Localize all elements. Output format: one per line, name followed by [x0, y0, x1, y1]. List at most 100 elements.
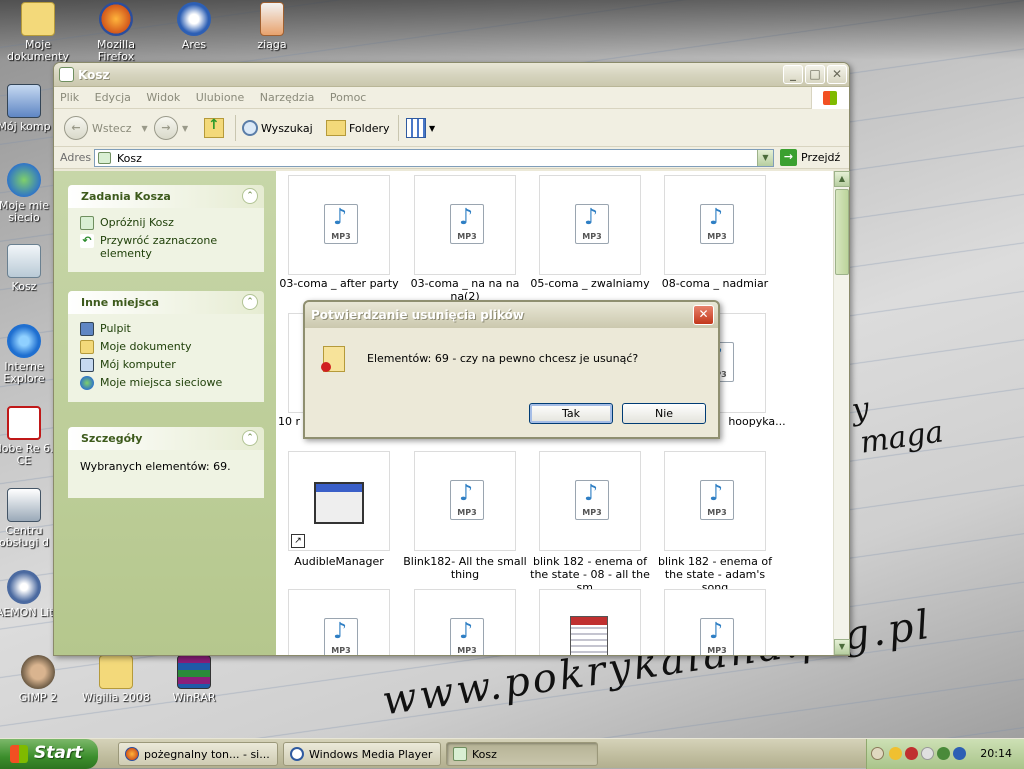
file-tile[interactable]	[539, 589, 641, 655]
file-tile[interactable]: ♪MP3	[539, 451, 641, 551]
maximize-button[interactable]: □	[805, 65, 825, 84]
recycle-bin-icon	[80, 216, 94, 230]
taskbar: Start pożegnalny ton... - si... Windows …	[0, 738, 1024, 769]
panel-header[interactable]: Inne miejsca ⌃	[68, 291, 264, 314]
panel-body: Opróżnij Kosz ↶ Przywróć zaznaczone elem…	[68, 208, 264, 272]
menu-favorites[interactable]: Ulubione	[190, 87, 251, 104]
place-desktop-link[interactable]: Pulpit	[80, 322, 254, 336]
scroll-thumb[interactable]	[835, 189, 849, 275]
panel-body: Pulpit Moje dokumenty Mój komputer Moje …	[68, 314, 264, 402]
gimp-icon	[21, 655, 55, 689]
panel-body: Wybranych elementów: 69.	[68, 450, 264, 498]
no-button[interactable]: Nie	[622, 403, 706, 424]
network-icon	[7, 163, 41, 197]
mp3-file-icon: ♪MP3	[450, 480, 484, 520]
toolbar-separator	[398, 115, 399, 141]
security-center-icon	[7, 488, 41, 522]
search-button[interactable]: Wyszukaj	[242, 116, 313, 140]
file-tile[interactable]: ♪MP3	[414, 451, 516, 551]
toolbar-separator	[235, 115, 236, 141]
computer-icon	[80, 358, 94, 372]
minimize-button[interactable]: _	[783, 65, 803, 84]
vertical-scrollbar[interactable]: ▲ ▼	[833, 171, 850, 655]
mp3-file-icon: ♪MP3	[324, 204, 358, 244]
file-tile[interactable]: ♪MP3	[414, 589, 516, 655]
mp3-file-icon: ♪MP3	[700, 204, 734, 244]
shortcut-arrow-icon: ↗	[291, 534, 305, 548]
panel-header[interactable]: Szczegóły ⌃	[68, 427, 264, 450]
taskbar-item-media-player[interactable]: Windows Media Player	[283, 742, 441, 766]
address-dropdown-button[interactable]: ▼	[757, 150, 773, 166]
forward-button[interactable]: → ▼	[154, 116, 188, 140]
scroll-down-button[interactable]: ▼	[834, 639, 850, 655]
place-network-link[interactable]: Moje miejsca sieciowe	[80, 376, 254, 390]
dialog-close-button[interactable]: ✕	[693, 305, 714, 325]
folders-button[interactable]: Foldery	[326, 116, 390, 140]
desktop-icon-my-documents[interactable]: Moje dokumenty	[0, 2, 76, 63]
menu-help[interactable]: Pomoc	[324, 87, 372, 104]
antivirus-icon[interactable]	[905, 747, 918, 760]
desktop-icon-gimp[interactable]: GIMP 2	[0, 655, 76, 704]
restore-selected-link[interactable]: ↶ Przywróć zaznaczone elementy	[80, 234, 254, 260]
collapse-icon[interactable]: ⌃	[242, 430, 258, 446]
file-tile[interactable]: ♪MP3	[288, 175, 390, 275]
file-tile[interactable]: ♪MP3	[664, 175, 766, 275]
selection-details: Wybranych elementów: 69.	[80, 460, 231, 473]
close-button[interactable]: ✕	[827, 65, 847, 84]
ares-tray-icon[interactable]	[953, 747, 966, 760]
shield-icon[interactable]	[889, 747, 902, 760]
recycle-bin-icon	[453, 747, 467, 761]
desktop-icon-wigilia-folder[interactable]: Wigilia 2008	[78, 655, 154, 704]
application-icon	[314, 482, 364, 524]
up-folder-button[interactable]: ↑	[204, 116, 227, 140]
title-bar[interactable]: Kosz _ □ ✕	[54, 63, 849, 87]
views-button[interactable]: ▼	[406, 116, 435, 140]
network-disconnected-icon[interactable]	[921, 747, 934, 760]
address-input[interactable]: Kosz ▼	[94, 149, 774, 167]
taskbar-item-recycle-bin[interactable]: Kosz	[446, 742, 598, 766]
file-tile[interactable]: ♪MP3	[539, 175, 641, 275]
computer-icon	[7, 84, 41, 118]
file-tile[interactable]: ♪MP3	[664, 451, 766, 551]
media-player-icon	[290, 747, 304, 761]
daemon-tools-icon	[7, 570, 41, 604]
menu-view[interactable]: Widok	[140, 87, 186, 104]
file-name: Blink182- All the small thing	[403, 555, 527, 581]
file-tile[interactable]: ♪MP3	[414, 175, 516, 275]
scroll-up-button[interactable]: ▲	[834, 171, 850, 187]
folder-icon	[99, 655, 133, 689]
collapse-icon[interactable]: ⌃	[242, 188, 258, 204]
file-name: AudibleManager	[294, 555, 384, 568]
empty-recycle-bin-link[interactable]: Opróżnij Kosz	[80, 216, 254, 230]
dialog-title-bar[interactable]: Potwierdzanie usunięcia plików ✕	[305, 302, 718, 328]
start-button[interactable]: Start	[0, 739, 98, 769]
tray-expand-icon[interactable]	[871, 747, 884, 760]
menu-edit[interactable]: Edycja	[89, 87, 137, 104]
network-icon	[80, 376, 94, 390]
menu-tools[interactable]: Narzędzia	[254, 87, 321, 104]
taskbar-item-firefox[interactable]: pożegnalny ton... - si...	[118, 742, 278, 766]
search-icon	[242, 120, 258, 136]
back-button[interactable]: ← Wstecz ▼	[64, 116, 148, 140]
file-tile[interactable]: ♪MP3	[664, 589, 766, 655]
file-tile[interactable]: ♪MP3	[288, 589, 390, 655]
folder-icon	[21, 2, 55, 36]
yes-button[interactable]: Tak	[529, 403, 613, 424]
place-my-computer-link[interactable]: Mój komputer	[80, 358, 254, 372]
desktop-icon-ares[interactable]: Ares	[156, 2, 232, 51]
collapse-icon[interactable]: ⌃	[242, 294, 258, 310]
file-tile[interactable]: ↗	[288, 451, 390, 551]
menu-file[interactable]: Plik	[54, 87, 85, 104]
go-button[interactable]: → Przejdź	[780, 149, 840, 166]
confirm-delete-dialog: Potwierdzanie usunięcia plików ✕ Element…	[303, 300, 720, 439]
desktop-icon-firefox[interactable]: Mozilla Firefox	[78, 2, 154, 63]
panel-header[interactable]: Zadania Kosza ⌃	[68, 185, 264, 208]
safely-remove-icon[interactable]	[937, 747, 950, 760]
desktop-icon-zip[interactable]: ziąga	[234, 2, 310, 51]
task-pane: Zadania Kosza ⌃ Opróżnij Kosz ↶ Przywróć…	[54, 171, 276, 655]
dialog-title: Potwierdzanie usunięcia plików	[311, 308, 525, 322]
clock: 20:14	[980, 747, 1012, 760]
place-my-documents-link[interactable]: Moje dokumenty	[80, 340, 254, 354]
desktop-icon-winrar[interactable]: WinRAR	[156, 655, 232, 704]
firefox-icon	[99, 2, 133, 36]
